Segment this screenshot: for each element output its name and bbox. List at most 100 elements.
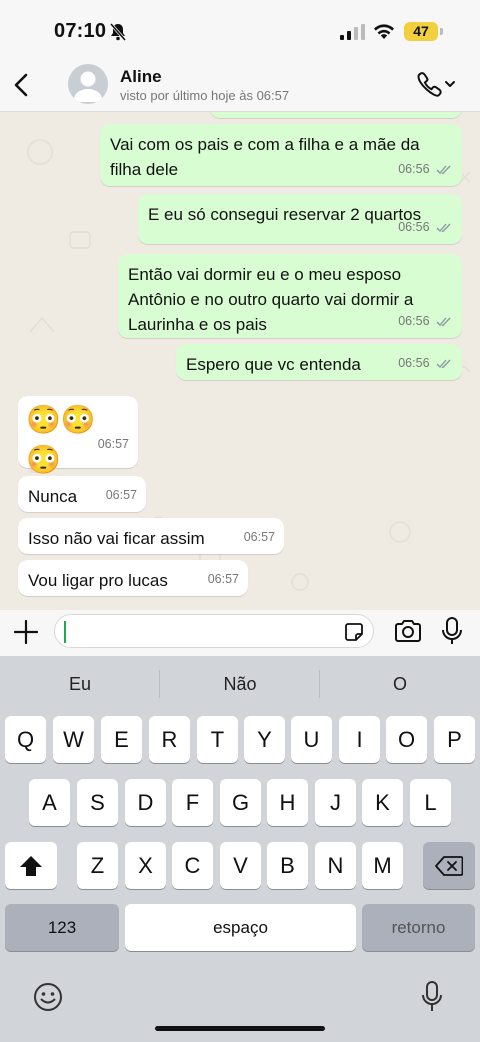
message-time: 06:57	[97, 437, 129, 451]
message-meta: 06:57	[208, 567, 239, 592]
message-text: E eu só consegui reservar 2 quartos	[148, 205, 422, 224]
message-input[interactable]	[54, 614, 374, 648]
key-n[interactable]: N	[315, 842, 356, 889]
message-bubble-outgoing[interactable]: Vai com os pais e com a filha e a mãe da…	[100, 124, 462, 186]
key-g[interactable]: G	[220, 779, 261, 826]
key-e[interactable]: E	[101, 716, 142, 763]
backspace-key[interactable]	[423, 842, 475, 889]
plus-attach-icon[interactable]	[12, 618, 40, 646]
message-time: 06:57	[207, 572, 239, 586]
message-time: 06:56	[398, 314, 430, 328]
key-z[interactable]: Z	[77, 842, 118, 889]
key-k[interactable]: K	[362, 779, 403, 826]
bell-muted-icon	[109, 23, 127, 41]
key-v[interactable]: V	[220, 842, 261, 889]
key-x[interactable]: X	[125, 842, 166, 889]
suggestion-3[interactable]: O	[320, 674, 480, 695]
message-meta: 06:56	[398, 215, 452, 240]
key-u[interactable]: U	[291, 716, 332, 763]
message-text: Espero que vc entenda	[186, 355, 361, 374]
message-text: Então vai dormir eu e o meu esposo Antôn…	[128, 265, 414, 334]
signal-icon	[340, 24, 365, 40]
composer-bar	[0, 610, 480, 656]
message-meta: 06:57	[244, 525, 275, 550]
contact-name[interactable]: Aline	[120, 67, 162, 87]
message-bubble-incoming[interactable]: Isso não vai ficar assim 06:57	[18, 518, 284, 554]
voice-call-icon[interactable]	[414, 70, 458, 98]
chevron-down-icon	[445, 81, 455, 87]
key-s[interactable]: S	[77, 779, 118, 826]
message-text: Nunca	[28, 487, 78, 506]
key-t[interactable]: T	[197, 716, 238, 763]
backspace-icon	[435, 856, 464, 876]
key-b[interactable]: B	[267, 842, 308, 889]
message-meta: 06:56	[398, 157, 452, 182]
double-check-read-icon	[436, 317, 451, 327]
message-bubble-outgoing[interactable]: Então vai dormir eu e o meu esposo Antôn…	[118, 254, 462, 338]
key-f[interactable]: F	[172, 779, 213, 826]
text-caret	[64, 621, 66, 643]
key-m[interactable]: M	[362, 842, 403, 889]
message-bubble-outgoing[interactable]: E eu só consegui reservar 2 quartos 06:5…	[138, 194, 462, 244]
key-r[interactable]: R	[149, 716, 190, 763]
message-meta: 06:57	[98, 424, 129, 464]
key-w[interactable]: W	[53, 716, 94, 763]
key-p[interactable]: P	[434, 716, 475, 763]
message-bubble-incoming[interactable]: 😳😳😳 06:57	[18, 396, 138, 475]
message-time: 06:56	[398, 356, 430, 370]
numbers-key[interactable]: 123	[5, 904, 119, 951]
space-key[interactable]: espaço	[125, 904, 356, 951]
home-indicator[interactable]	[155, 1026, 325, 1031]
key-y[interactable]: Y	[244, 716, 285, 763]
message-list[interactable]: Vai com os pais e com a filha e a mãe da…	[0, 112, 480, 610]
message-text: Vou ligar pro lucas	[28, 571, 168, 590]
message-time: 06:57	[105, 488, 137, 502]
back-chevron-icon[interactable]	[10, 70, 34, 100]
shift-key[interactable]	[5, 842, 57, 889]
message-time: 06:56	[398, 162, 430, 176]
double-check-read-icon	[436, 165, 451, 175]
battery-tip	[440, 28, 443, 35]
suggestion-1[interactable]: Eu	[0, 674, 160, 695]
avatar[interactable]	[68, 64, 108, 104]
status-bar: 07:10 47	[0, 0, 480, 60]
shift-arrow-icon	[20, 856, 42, 876]
emoji-keyboard-icon[interactable]	[33, 982, 63, 1012]
key-i[interactable]: I	[339, 716, 380, 763]
microphone-icon[interactable]	[440, 616, 464, 646]
key-j[interactable]: J	[315, 779, 356, 826]
suggestion-2[interactable]: Não	[160, 674, 320, 695]
emoji-message-text: 😳😳😳	[26, 404, 96, 475]
sticker-icon[interactable]	[343, 621, 365, 643]
message-meta: 06:56	[398, 309, 452, 334]
key-o[interactable]: O	[386, 716, 427, 763]
battery-level: 47	[404, 22, 438, 41]
message-bubble-outgoing[interactable]: Espero que vc entenda 06:56	[176, 344, 462, 380]
key-c[interactable]: C	[172, 842, 213, 889]
key-q[interactable]: Q	[5, 716, 46, 763]
chat-header: Aline visto por último hoje às 06:57	[0, 60, 480, 112]
keyboard: Eu Não O Q W E R T Y U I O P A S D F G H…	[0, 656, 480, 1042]
status-time: 07:10	[54, 20, 107, 42]
double-check-read-icon	[436, 223, 451, 233]
message-time: 06:56	[398, 220, 430, 234]
return-key[interactable]: retorno	[362, 904, 475, 951]
message-bubble-incoming[interactable]: Vou ligar pro lucas 06:57	[18, 560, 248, 596]
last-seen-status: visto por último hoje às 06:57	[120, 88, 290, 103]
person-silhouette-icon	[73, 71, 103, 102]
key-d[interactable]: D	[125, 779, 166, 826]
message-meta: 06:57	[106, 483, 137, 508]
message-text: Vai com os pais e com a filha e a mãe da…	[110, 135, 420, 179]
dictation-microphone-icon[interactable]	[420, 980, 444, 1014]
camera-icon[interactable]	[394, 618, 422, 644]
message-time: 06:57	[243, 530, 275, 544]
key-l[interactable]: L	[410, 779, 451, 826]
double-check-read-icon	[436, 359, 451, 369]
message-bubble-incoming[interactable]: Nunca 06:57	[18, 476, 146, 512]
wifi-icon	[374, 24, 394, 39]
message-bubble-cropped	[210, 112, 462, 118]
message-text: Isso não vai ficar assim	[28, 529, 205, 548]
message-meta: 06:56	[398, 351, 452, 376]
key-a[interactable]: A	[29, 779, 70, 826]
key-h[interactable]: H	[267, 779, 308, 826]
